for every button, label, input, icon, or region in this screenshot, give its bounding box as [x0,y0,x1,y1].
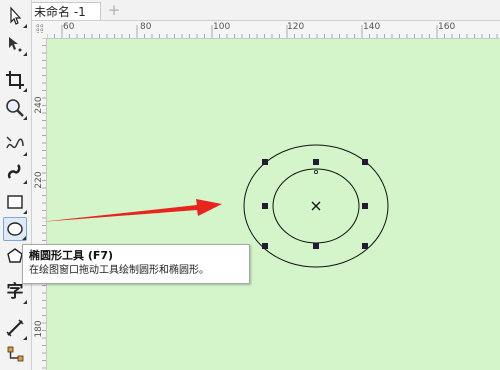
zoom-tool-button[interactable] [3,96,27,120]
flyout-indicator [23,24,27,28]
flyout-indicator [23,116,27,120]
selection-handles [262,159,368,249]
rectangle-tool-button[interactable] [3,190,27,214]
crop-tool-button[interactable] [3,68,27,92]
tab-untitled-document[interactable]: 未命名 -1 [27,2,101,20]
center-marker-icon [311,201,321,211]
new-tab-button[interactable]: + [106,3,122,19]
node-marker [313,169,318,174]
ellipse-tool-tooltip: 椭圆形工具 (F7) 在绘图窗口拖动工具绘制圆形和椭圆形。 [22,244,250,284]
ruler-label: 220 [34,171,44,189]
document-tab-bar: 未命名 -1 + [0,0,500,21]
ruler-label: 160 [438,22,456,32]
horizontal-ruler-ticks [32,25,498,38]
flyout-indicator [23,336,27,340]
flyout-indicator [23,52,27,56]
ellipse-tool-button[interactable] [3,217,27,241]
ruler-label: 120 [287,22,305,32]
selection-handle[interactable] [262,203,268,209]
selection-handle[interactable] [362,203,368,209]
ruler-label: 60 [63,22,75,32]
canvas-drawing [243,144,389,268]
ruler-label: 140 [363,22,381,32]
origin-icon [36,24,44,33]
connector-tool-button[interactable] [3,344,27,368]
vertical-ruler: 240 220 200 180 [32,38,47,370]
selection-handle[interactable] [362,159,368,165]
selection-handle[interactable] [362,243,368,249]
flyout-indicator [22,236,26,240]
connector-tool-icon [7,346,24,362]
selection-handle[interactable] [262,159,268,165]
shape-tool-button[interactable] [3,32,27,56]
flyout-indicator [23,300,27,304]
flyout-indicator [23,88,27,92]
tooltip-title: 椭圆形工具 (F7) [29,249,114,262]
dimension-tool-button[interactable] [3,316,27,340]
pick-tool-button[interactable] [3,4,27,28]
ruler-label: 180 [34,320,44,338]
selection-handle[interactable] [313,159,319,165]
flyout-indicator [23,152,27,156]
ruler-label: 100 [213,22,231,32]
ruler-label: 240 [34,96,44,114]
artistic-media-tool-button[interactable] [3,160,27,184]
flyout-indicator [23,180,27,184]
selection-handle[interactable] [262,243,268,249]
tooltip-description: 在绘图窗口拖动工具绘制圆形和椭圆形。 [29,265,209,276]
flyout-indicator [23,210,27,214]
selection-handle[interactable] [313,243,319,249]
horizontal-ruler: 60 80 100 120 140 160 [32,21,500,39]
toolbox: 字 [0,0,32,370]
freehand-tool-button[interactable] [3,132,27,156]
ruler-origin-corner[interactable] [32,21,47,38]
ruler-label: 80 [140,22,152,32]
drawing-canvas[interactable] [47,39,500,370]
